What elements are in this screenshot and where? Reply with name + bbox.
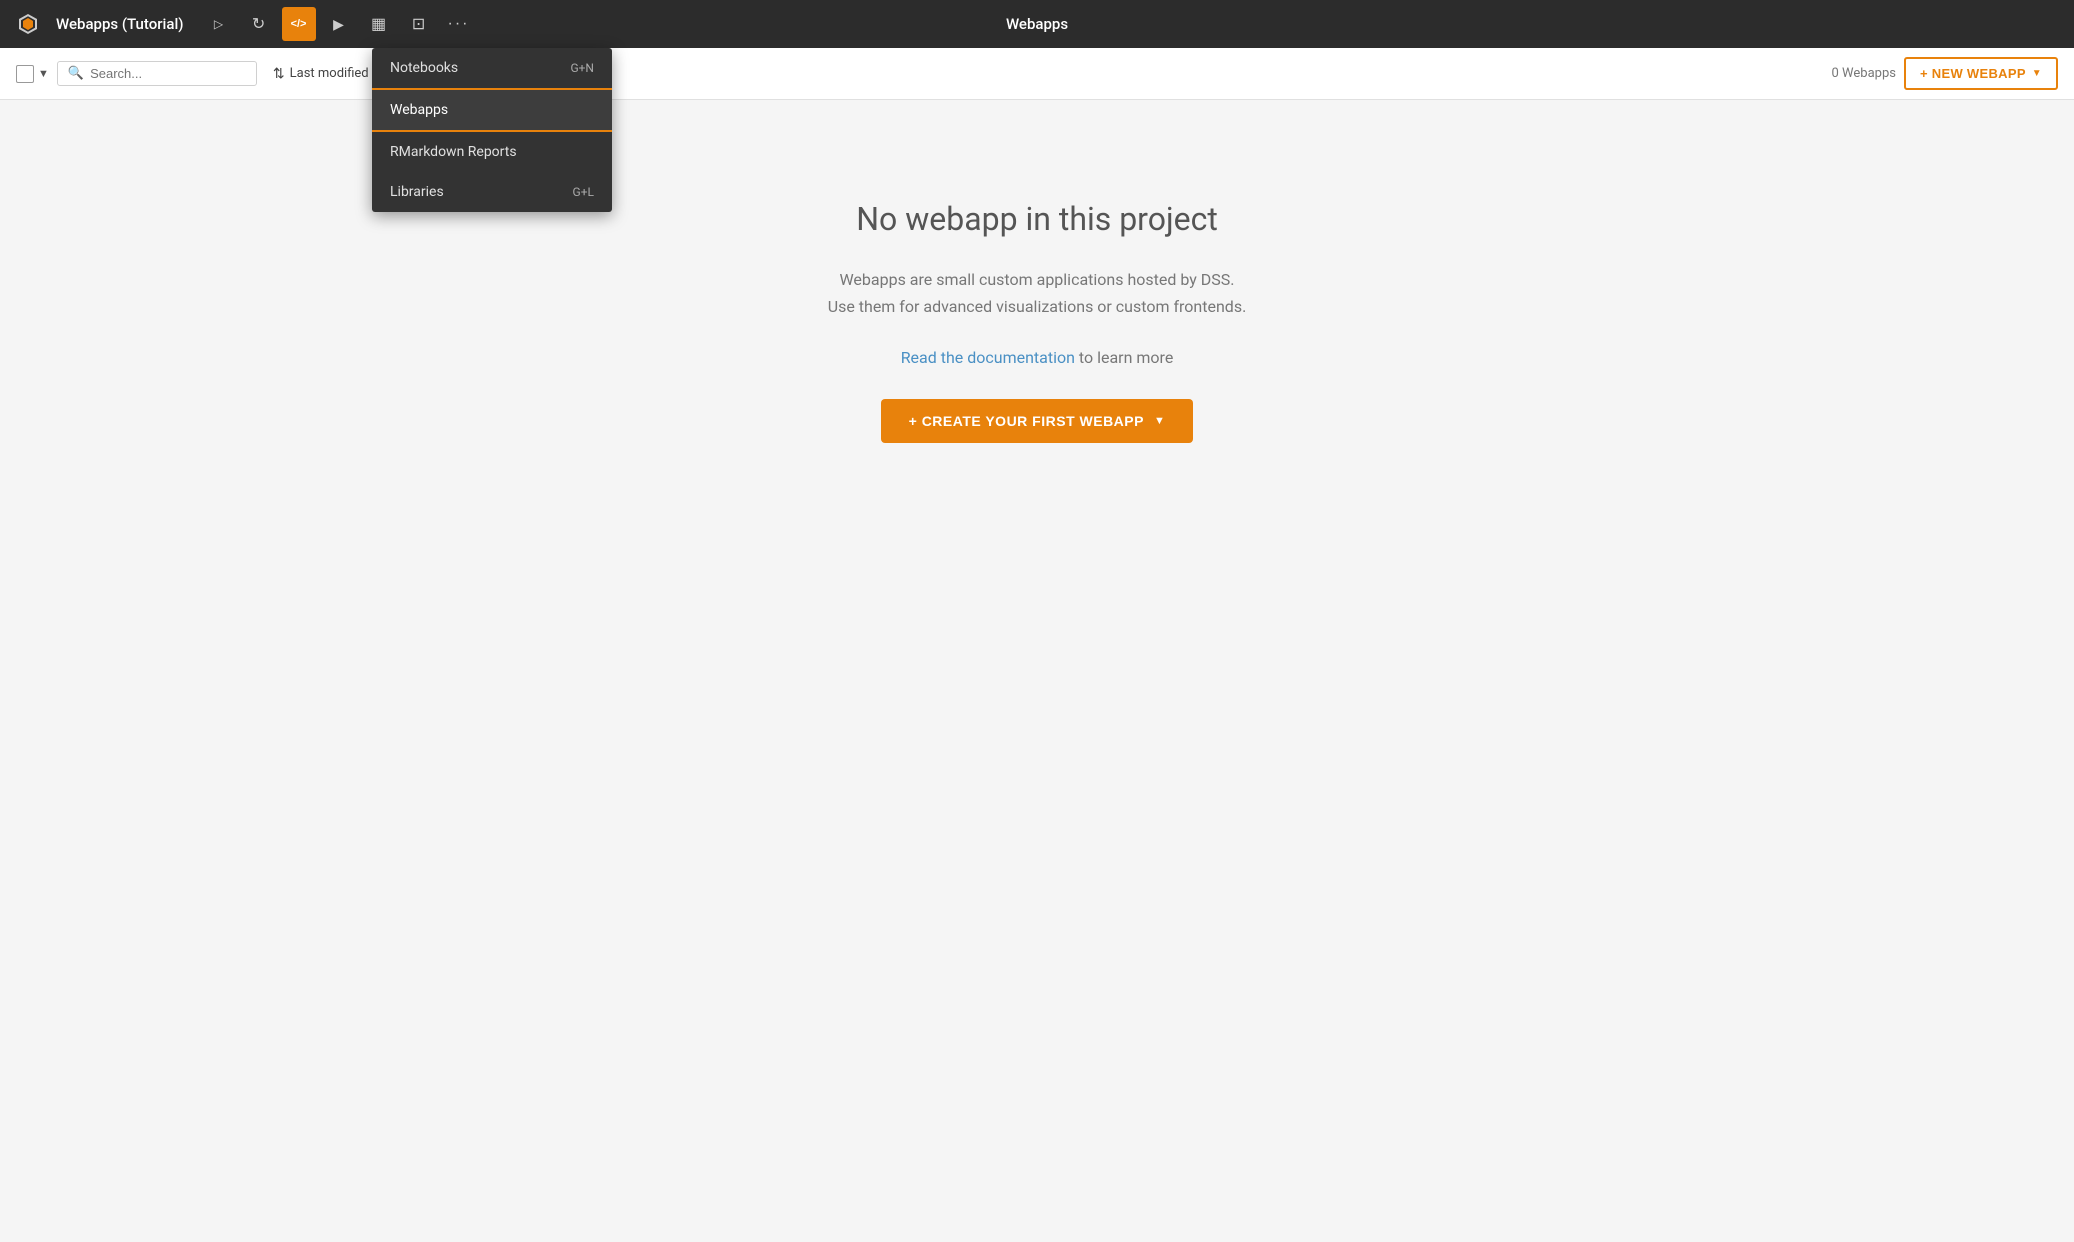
search-input[interactable] <box>90 66 246 81</box>
empty-desc-line1: Webapps are small custom applications ho… <box>839 270 1234 289</box>
more-nav-button[interactable]: ··· <box>442 7 476 41</box>
empty-state-title: No webapp in this project <box>856 200 1218 238</box>
play-nav-button[interactable]: ▶ <box>322 7 356 41</box>
dropdown-libraries-label: Libraries <box>390 184 444 200</box>
sort-icon: ⇅ <box>273 66 285 82</box>
dropdown-notebooks-shortcut: G+N <box>570 61 594 75</box>
new-webapp-label: + NEW WEBAPP <box>1920 66 2026 81</box>
dropdown-item-libraries[interactable]: Libraries G+L <box>372 172 612 212</box>
create-first-webapp-button[interactable]: + CREATE YOUR FIRST WEBAPP ▼ <box>881 399 1194 443</box>
new-webapp-caret-icon: ▼ <box>2032 68 2042 79</box>
project-title: Webapps (Tutorial) <box>56 15 184 33</box>
dropdown-libraries-shortcut: G+L <box>573 185 594 199</box>
navbar: Webapps (Tutorial) ▷ ↻ </> ▶ ▦ ⊡ ··· Web… <box>0 0 2074 48</box>
center-page-title: Webapps <box>1006 15 1068 33</box>
dropdown-rmarkdown-label: RMarkdown Reports <box>390 144 517 160</box>
forward-nav-button[interactable]: ▷ <box>202 7 236 41</box>
code-nav-button[interactable]: </> <box>282 7 316 41</box>
dropdown-item-rmarkdown[interactable]: RMarkdown Reports <box>372 132 612 172</box>
new-webapp-button[interactable]: + NEW WEBAPP ▼ <box>1904 57 2058 90</box>
select-all-checkbox[interactable] <box>16 65 34 83</box>
dropdown-webapps-label: Webapps <box>390 102 448 118</box>
search-icon: 🔍 <box>68 66 84 81</box>
create-btn-label: + CREATE YOUR FIRST WEBAPP <box>909 413 1144 429</box>
doc-link-line: Read the documentation to learn more <box>901 348 1174 367</box>
webapp-count: 0 Webapps <box>1832 66 1896 81</box>
nav-dropdown-menu: Notebooks G+N Webapps RMarkdown Reports … <box>372 48 612 212</box>
empty-state-description: Webapps are small custom applications ho… <box>828 266 1247 320</box>
refresh-nav-button[interactable]: ↻ <box>242 7 276 41</box>
learn-more-text: to learn more <box>1075 348 1173 367</box>
sort-label: Last modified <box>290 66 369 81</box>
embed-nav-button[interactable]: ⊡ <box>402 7 436 41</box>
toolbar: ▼ 🔍 ⇅ Last modified ▼ | Tags ▼ 0 Webapps… <box>0 48 2074 100</box>
empty-desc-line2: Use them for advanced visualizations or … <box>828 297 1247 316</box>
grid-nav-button[interactable]: ▦ <box>362 7 396 41</box>
search-box[interactable]: 🔍 <box>57 61 257 86</box>
dropdown-item-notebooks[interactable]: Notebooks G+N <box>372 48 612 88</box>
select-all-caret[interactable]: ▼ <box>38 67 49 80</box>
app-logo[interactable] <box>12 8 44 40</box>
dropdown-notebooks-label: Notebooks <box>390 60 458 76</box>
read-documentation-link[interactable]: Read the documentation <box>901 348 1075 367</box>
main-content: No webapp in this project Webapps are sm… <box>0 100 2074 543</box>
select-all-checkbox-area[interactable]: ▼ <box>16 65 49 83</box>
create-btn-caret-icon: ▼ <box>1154 415 1165 427</box>
dropdown-item-webapps[interactable]: Webapps <box>372 88 612 132</box>
